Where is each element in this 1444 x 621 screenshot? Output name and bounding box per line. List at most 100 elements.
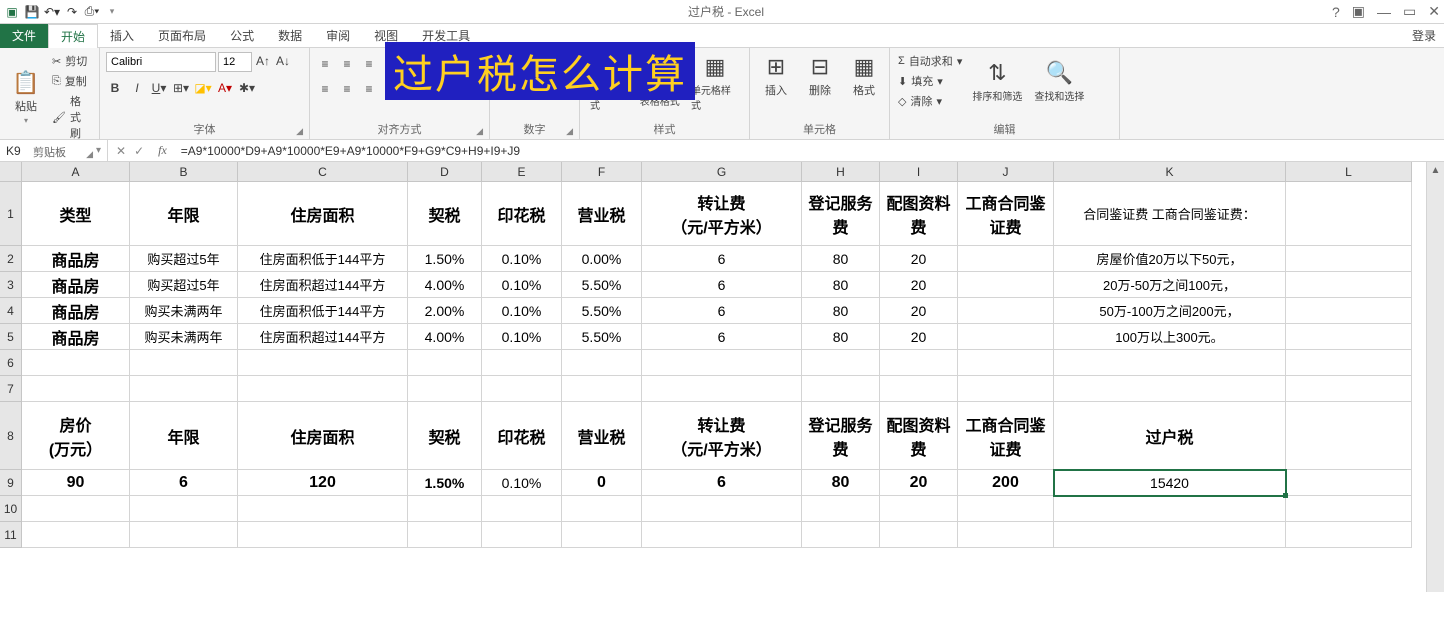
cell[interactable]: 0.10%	[482, 246, 562, 272]
cell[interactable]: 90	[22, 470, 130, 496]
cell[interactable]	[22, 496, 130, 522]
cell[interactable]: 15420	[1054, 470, 1286, 496]
column-header[interactable]: I	[880, 162, 958, 182]
cell[interactable]	[482, 522, 562, 548]
minimize-icon[interactable]: —	[1377, 4, 1391, 20]
phonetic-icon[interactable]: ✱▾	[238, 79, 256, 97]
font-color-icon[interactable]: A▾	[216, 79, 234, 97]
cell[interactable]: 80	[802, 272, 880, 298]
copy-button[interactable]: ⎘复制	[50, 72, 93, 90]
bold-icon[interactable]: B	[106, 79, 124, 97]
undo-icon[interactable]: ↶▾	[44, 4, 60, 20]
column-header[interactable]: B	[130, 162, 238, 182]
find-button[interactable]: 🔍查找和选择	[1030, 58, 1088, 105]
clear-button[interactable]: ◇清除▾	[896, 92, 964, 110]
row-header[interactable]: 1	[0, 182, 22, 246]
row-header[interactable]: 2	[0, 246, 22, 272]
borders-icon[interactable]: ⊞▾	[172, 79, 190, 97]
column-header[interactable]: G	[642, 162, 802, 182]
cell[interactable]: 购买未满两年	[130, 324, 238, 350]
cell[interactable]: 4.00%	[408, 272, 482, 298]
name-box-dropdown-icon[interactable]: ▾	[96, 145, 101, 156]
row-header[interactable]: 10	[0, 496, 22, 522]
cell[interactable]	[408, 496, 482, 522]
cell[interactable]	[958, 324, 1054, 350]
cell[interactable]	[562, 350, 642, 376]
cell[interactable]	[802, 376, 880, 402]
cell[interactable]	[1054, 496, 1286, 522]
cell[interactable]	[1286, 522, 1412, 548]
tab-home[interactable]: 开始	[48, 24, 98, 48]
fill-color-icon[interactable]: ◪▾	[194, 79, 212, 97]
cell[interactable]: 0.10%	[482, 324, 562, 350]
cell[interactable]: 80	[802, 324, 880, 350]
cell[interactable]	[958, 298, 1054, 324]
cell[interactable]: 营业税	[562, 182, 642, 246]
cell[interactable]	[802, 522, 880, 548]
cell[interactable]: 工商合同鉴证费	[958, 402, 1054, 470]
enter-formula-icon[interactable]: ✓	[134, 144, 144, 158]
cell[interactable]: 住房面积	[238, 402, 408, 470]
cell[interactable]: 0	[562, 470, 642, 496]
cell[interactable]	[958, 246, 1054, 272]
cell[interactable]: 0.10%	[482, 272, 562, 298]
format-button[interactable]: ▦格式	[844, 52, 884, 100]
alignment-launcher-icon[interactable]: ◢	[476, 126, 483, 137]
cell[interactable]	[880, 376, 958, 402]
cell[interactable]	[238, 522, 408, 548]
cell[interactable]	[238, 376, 408, 402]
cell[interactable]: 房价 (万元）	[22, 402, 130, 470]
cell[interactable]: 80	[802, 470, 880, 496]
cell[interactable]: 20	[880, 246, 958, 272]
sort-button[interactable]: ⇅排序和筛选	[968, 58, 1026, 105]
cell[interactable]	[130, 496, 238, 522]
cell[interactable]: 6	[642, 272, 802, 298]
column-header[interactable]: E	[482, 162, 562, 182]
row-header[interactable]: 3	[0, 272, 22, 298]
cell[interactable]	[958, 522, 1054, 548]
align-left-icon[interactable]: ≡	[316, 80, 334, 98]
cell[interactable]	[1286, 496, 1412, 522]
tab-insert[interactable]: 插入	[98, 24, 146, 48]
grid[interactable]: ABCDEFGHIJKL1类型年限住房面积契税印花税营业税转让费 （元/平方米）…	[0, 162, 1444, 548]
font-size-input[interactable]	[218, 52, 252, 72]
cell[interactable]	[22, 522, 130, 548]
cell[interactable]	[1286, 272, 1412, 298]
tab-formulas[interactable]: 公式	[218, 24, 266, 48]
clipboard-launcher-icon[interactable]: ◢	[86, 149, 93, 160]
ribbon-options-icon[interactable]: ▣	[1352, 3, 1365, 20]
cell[interactable]	[1286, 470, 1412, 496]
cell[interactable]: 4.00%	[408, 324, 482, 350]
redo-icon[interactable]: ↷	[64, 4, 80, 20]
cell[interactable]: 住房面积超过144平方	[238, 324, 408, 350]
cell[interactable]: 2.00%	[408, 298, 482, 324]
font-name-input[interactable]	[106, 52, 216, 72]
row-header[interactable]: 4	[0, 298, 22, 324]
column-header[interactable]: F	[562, 162, 642, 182]
cell[interactable]: 转让费 （元/平方米）	[642, 402, 802, 470]
select-all-corner[interactable]	[0, 162, 22, 182]
cell[interactable]	[802, 496, 880, 522]
cell[interactable]	[880, 496, 958, 522]
cell[interactable]: 配图资料费	[880, 182, 958, 246]
decrease-font-icon[interactable]: A↓	[274, 52, 292, 70]
cell[interactable]: 转让费 （元/平方米）	[642, 182, 802, 246]
column-header[interactable]: D	[408, 162, 482, 182]
cell[interactable]	[1054, 376, 1286, 402]
cell[interactable]: 120	[238, 470, 408, 496]
cell[interactable]	[130, 350, 238, 376]
cell[interactable]	[130, 522, 238, 548]
vertical-scrollbar[interactable]: ▲	[1426, 162, 1444, 592]
cell[interactable]: 登记服务费	[802, 182, 880, 246]
cell[interactable]	[482, 376, 562, 402]
cell[interactable]: 印花税	[482, 182, 562, 246]
cell[interactable]: 印花税	[482, 402, 562, 470]
cell[interactable]	[958, 496, 1054, 522]
cell[interactable]: 购买超过5年	[130, 272, 238, 298]
cell[interactable]	[1286, 246, 1412, 272]
cell[interactable]	[642, 350, 802, 376]
tab-review[interactable]: 审阅	[314, 24, 362, 48]
column-header[interactable]: L	[1286, 162, 1412, 182]
fill-button[interactable]: ⬇填充▾	[896, 72, 964, 90]
painter-button[interactable]: 🖌格式刷	[50, 92, 93, 142]
